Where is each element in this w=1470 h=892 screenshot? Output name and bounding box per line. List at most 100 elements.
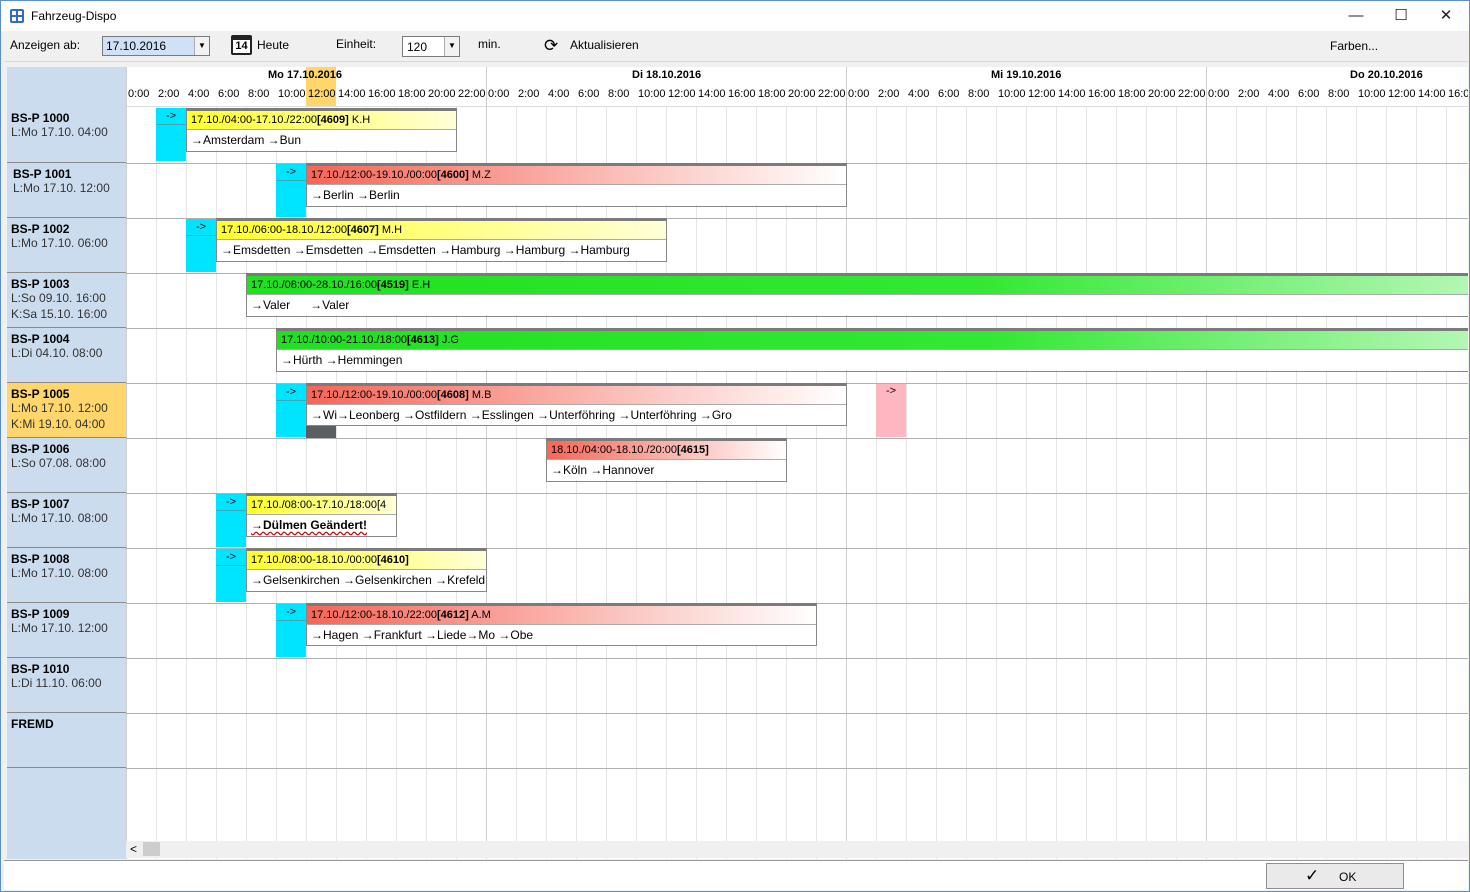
hour-label: 2:00	[518, 88, 540, 100]
hour-label: 4:00	[548, 88, 570, 100]
vehicle-row[interactable]: BS-P 1003 L:So 09.10. 16:00 K:Sa 15.10. 16…	[7, 273, 126, 328]
unit-select[interactable]: 120 ▼	[402, 36, 460, 57]
trip-bar[interactable]: 17.10./12:00-19.10./00:00[4608] M.B →Wi→…	[306, 383, 847, 426]
hour-label: 10:00	[638, 88, 666, 100]
hour-label: 10:00	[278, 88, 306, 100]
refresh-icon[interactable]: ⟳	[544, 37, 558, 54]
hour-label: 20:00	[1148, 88, 1176, 100]
vehicle-name: BS-P 1003	[11, 277, 70, 291]
hour-label: 0:00	[128, 88, 150, 100]
vehicle-name: BS-P 1005	[11, 387, 70, 401]
vehicle-row[interactable]: BS-P 1001 L:Mo 17.10. 12:00	[7, 163, 126, 218]
trip-bar[interactable]: 17.10./08:00-28.10./16:00[4519] E.H →Val…	[246, 273, 1468, 317]
marker-arrow: ->	[276, 165, 306, 181]
hour-label: 2:00	[158, 88, 180, 100]
end-marker[interactable]: ->	[876, 384, 906, 437]
vehicle-row[interactable]: BS-P 1008 L:Mo 17.10. 08:00	[7, 548, 126, 603]
vehicle-name: BS-P 1002	[11, 222, 70, 236]
day-divider	[1206, 67, 1207, 859]
hour-label: 20:00	[788, 88, 816, 100]
vehicle-row[interactable]: BS-P 1004 L:Di 04.10. 08:00	[7, 328, 126, 383]
calendar-icon[interactable]: 14	[231, 35, 252, 55]
footer-bar: ✓ OK	[4, 860, 1468, 890]
hour-label: 8:00	[968, 88, 990, 100]
start-marker[interactable]: ->	[186, 219, 216, 272]
vehicle-row[interactable]: BS-P 1010 L:Di 11.10. 06:00	[7, 658, 126, 713]
maximize-button[interactable]: ☐	[1378, 1, 1424, 31]
trip-bar[interactable]: 17.10./08:00-17.10./18:00[4 →Dülmen Geän…	[246, 493, 397, 537]
vehicle-location: L:So 07.08. 08:00	[11, 456, 106, 470]
vehicle-location: L:Mo 17.10. 08:00	[11, 566, 108, 580]
start-marker[interactable]: ->	[216, 549, 246, 602]
hour-label: 4:00	[1268, 88, 1290, 100]
trip-bar[interactable]: 18.10./04:00-18.10./20:00[4615] →Köln →H…	[546, 438, 787, 482]
start-marker[interactable]: ->	[276, 164, 306, 217]
vehicle-name: BS-P 1006	[11, 442, 70, 456]
vehicle-name: BS-P 1009	[11, 607, 70, 621]
hour-gridline	[1116, 107, 1117, 859]
hour-label: 14:00	[698, 88, 726, 100]
start-marker[interactable]: ->	[156, 108, 186, 161]
hour-gridline	[1386, 107, 1387, 859]
hour-label: 0:00	[488, 88, 510, 100]
trip-bar[interactable]: 17.10./10:00-21.10./18:00[4613] J.G →Hür…	[276, 328, 1468, 372]
trip-route: →Berlin →Berlin	[307, 185, 846, 205]
hour-gridline	[876, 107, 877, 859]
minimize-button[interactable]: —	[1333, 1, 1379, 31]
hour-gridline	[816, 107, 817, 859]
horizontal-scrollbar[interactable]: <	[126, 841, 1468, 858]
hour-label: 22:00	[458, 88, 486, 100]
chevron-down-icon[interactable]: ▼	[444, 37, 459, 56]
vehicle-row[interactable]: BS-P 1007 L:Mo 17.10. 08:00	[7, 493, 126, 548]
trip-bar[interactable]: 17.10./06:00-18.10./12:00[4607] M.H →Ems…	[216, 218, 667, 262]
title-bar: Fahrzeug-Dispo — ☐ ✕	[1, 1, 1469, 31]
dispatch-grid: BS-P 1000 L:Mo 17.10. 04:00 BS-P 1001 L:Mo…	[7, 67, 1468, 859]
hour-gridline	[1356, 107, 1357, 859]
hour-gridline	[1236, 107, 1237, 859]
hour-label: 18:00	[758, 88, 786, 100]
vehicle-row[interactable]: BS-P 1000 L:Mo 17.10. 04:00	[7, 107, 126, 163]
vehicle-row[interactable]: FREMD	[7, 713, 126, 768]
vehicle-location: L:Mo 17.10. 06:00	[11, 236, 108, 250]
hour-label: 16:00	[368, 88, 396, 100]
trip-bar[interactable]: 17.10./04:00-17.10./22:00[4609] K.H →Ams…	[186, 108, 457, 152]
start-marker[interactable]: ->	[216, 494, 246, 547]
trip-bar[interactable]: 17.10./12:00-19.10./00:00[4600] M.Z →Ber…	[306, 163, 847, 207]
vehicle-row[interactable]: BS-P 1002 L:Mo 17.10. 06:00	[7, 218, 126, 273]
trip-route: →Gelsenkirchen →Gelsenkirchen →Krefeld	[247, 570, 486, 590]
trip-bar[interactable]: 17.10./08:00-18.10./00:00[4610] →Gelsenk…	[246, 548, 487, 592]
start-marker[interactable]: ->	[276, 604, 306, 657]
vehicle-name: FREMD	[11, 717, 54, 731]
hour-gridline	[756, 107, 757, 859]
today-button[interactable]: Heute	[257, 38, 289, 52]
unit-label: Einheit:	[336, 37, 377, 51]
trip-bar[interactable]: 17.10./12:00-18.10./22:00[4612] A.M →Hag…	[306, 603, 817, 646]
trip-route: →Emsdetten →Emsdetten →Emsdetten →Hambur…	[217, 240, 666, 260]
close-button[interactable]: ✕	[1423, 1, 1469, 31]
trip-route: →Hürth →Hemmingen	[277, 350, 1468, 370]
vehicle-row[interactable]: BS-P 1009 L:Mo 17.10. 12:00	[7, 603, 126, 658]
app-icon	[10, 9, 24, 23]
start-marker[interactable]: ->	[276, 384, 306, 437]
hour-gridline	[786, 107, 787, 859]
hour-label: 12:00	[308, 88, 336, 100]
colors-button[interactable]: Farben...	[1330, 39, 1378, 53]
scroll-thumb[interactable]	[143, 842, 160, 856]
hour-gridline	[1146, 107, 1147, 859]
ok-button[interactable]: ✓ OK	[1266, 863, 1404, 889]
date-value: 17.10.2016	[106, 39, 167, 53]
vehicle-location: L:Di 04.10. 08:00	[11, 346, 103, 360]
date-picker[interactable]: 17.10.2016 ▼	[102, 36, 210, 56]
hour-label: 6:00	[218, 88, 240, 100]
refresh-button[interactable]: Aktualisieren	[570, 38, 639, 52]
scroll-left-arrow[interactable]: <	[130, 841, 137, 857]
hour-label: 8:00	[608, 88, 630, 100]
trip-route: →Wi→Leonberg →Ostfildern →Esslingen →Unt…	[307, 405, 846, 425]
vehicle-row[interactable]: BS-P 1006 L:So 07.08. 08:00	[7, 438, 126, 493]
hour-label: 6:00	[938, 88, 960, 100]
marker-arrow: ->	[216, 550, 246, 566]
hour-gridline	[1326, 107, 1327, 859]
hour-label: 8:00	[1328, 88, 1350, 100]
vehicle-row-selected[interactable]: BS-P 1005 L:Mo 17.10. 12:00 K:Mi 19.10. 04…	[7, 383, 126, 438]
chevron-down-icon[interactable]: ▼	[194, 37, 209, 55]
